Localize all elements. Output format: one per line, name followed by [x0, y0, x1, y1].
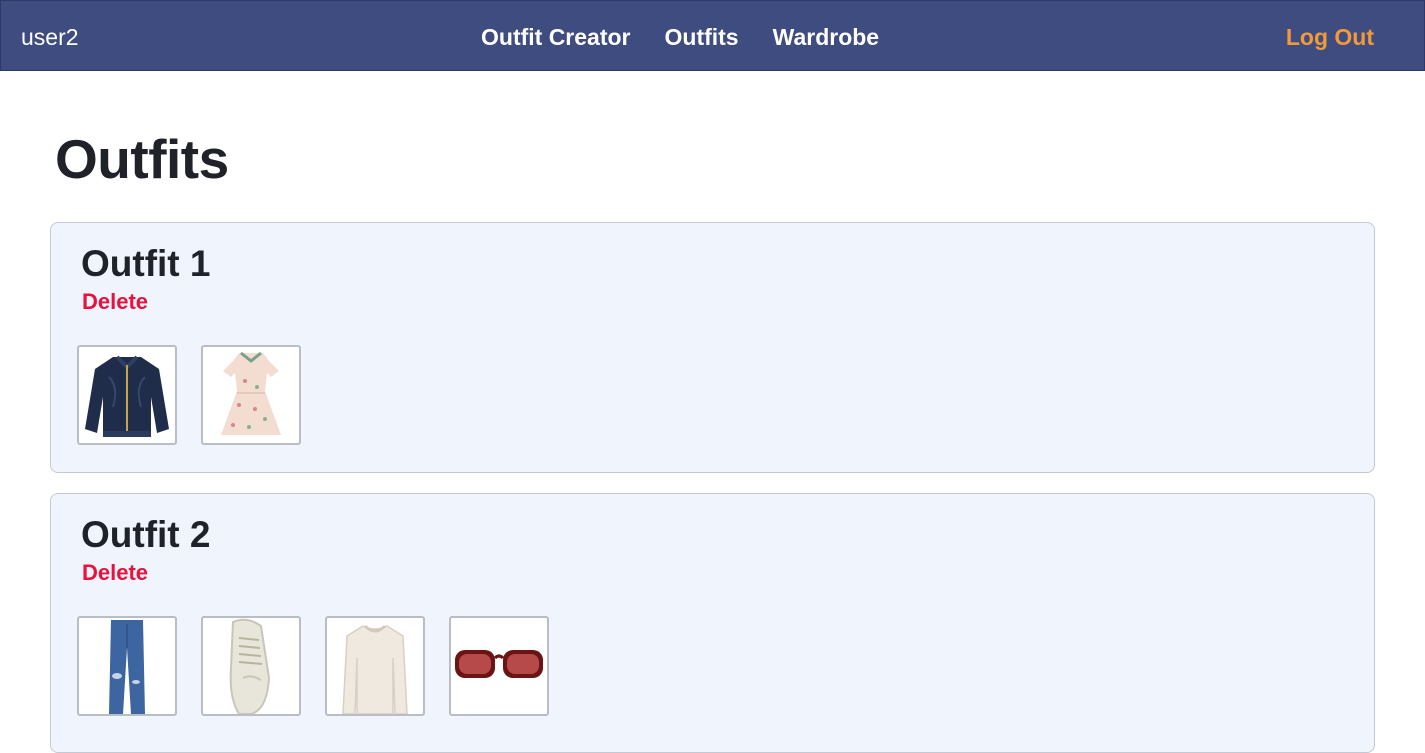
sweater-icon [342, 624, 408, 714]
page-title: Outfits [55, 128, 229, 190]
delete-outfit-button[interactable]: Delete [82, 560, 148, 586]
nav-link-outfit-creator[interactable]: Outfit Creator [481, 23, 631, 51]
outfit-card: Outfit 2 Delete [50, 493, 1375, 753]
clothing-item-thumbnail[interactable] [201, 345, 301, 445]
nav-link-wardrobe[interactable]: Wardrobe [773, 23, 880, 51]
outfit-title: Outfit 2 [81, 514, 211, 555]
nav-link-outfits[interactable]: Outfits [665, 23, 739, 51]
top-navbar: user2 Outfit Creator Outfits Wardrobe Lo… [0, 0, 1425, 71]
outfit-items [77, 345, 301, 445]
clothing-item-thumbnail[interactable] [77, 345, 177, 445]
bomber-jacket-icon [85, 355, 169, 437]
delete-outfit-button[interactable]: Delete [82, 289, 148, 315]
sunglasses-icon [455, 650, 543, 678]
outfit-card: Outfit 1 Delete [50, 222, 1375, 473]
username-label: user2 [21, 24, 79, 50]
jeans-icon [109, 620, 145, 714]
clothing-item-thumbnail[interactable] [325, 616, 425, 716]
logout-link[interactable]: Log Out [1286, 23, 1374, 51]
clothing-item-thumbnail[interactable] [201, 616, 301, 716]
clothing-item-thumbnail[interactable] [449, 616, 549, 716]
outfit-items [77, 616, 549, 716]
clothing-item-thumbnail[interactable] [77, 616, 177, 716]
outfit-title: Outfit 1 [81, 243, 211, 284]
main-nav: Outfit Creator Outfits Wardrobe [481, 23, 879, 51]
sneaker-icon [229, 618, 271, 714]
floral-dress-icon [221, 351, 281, 435]
